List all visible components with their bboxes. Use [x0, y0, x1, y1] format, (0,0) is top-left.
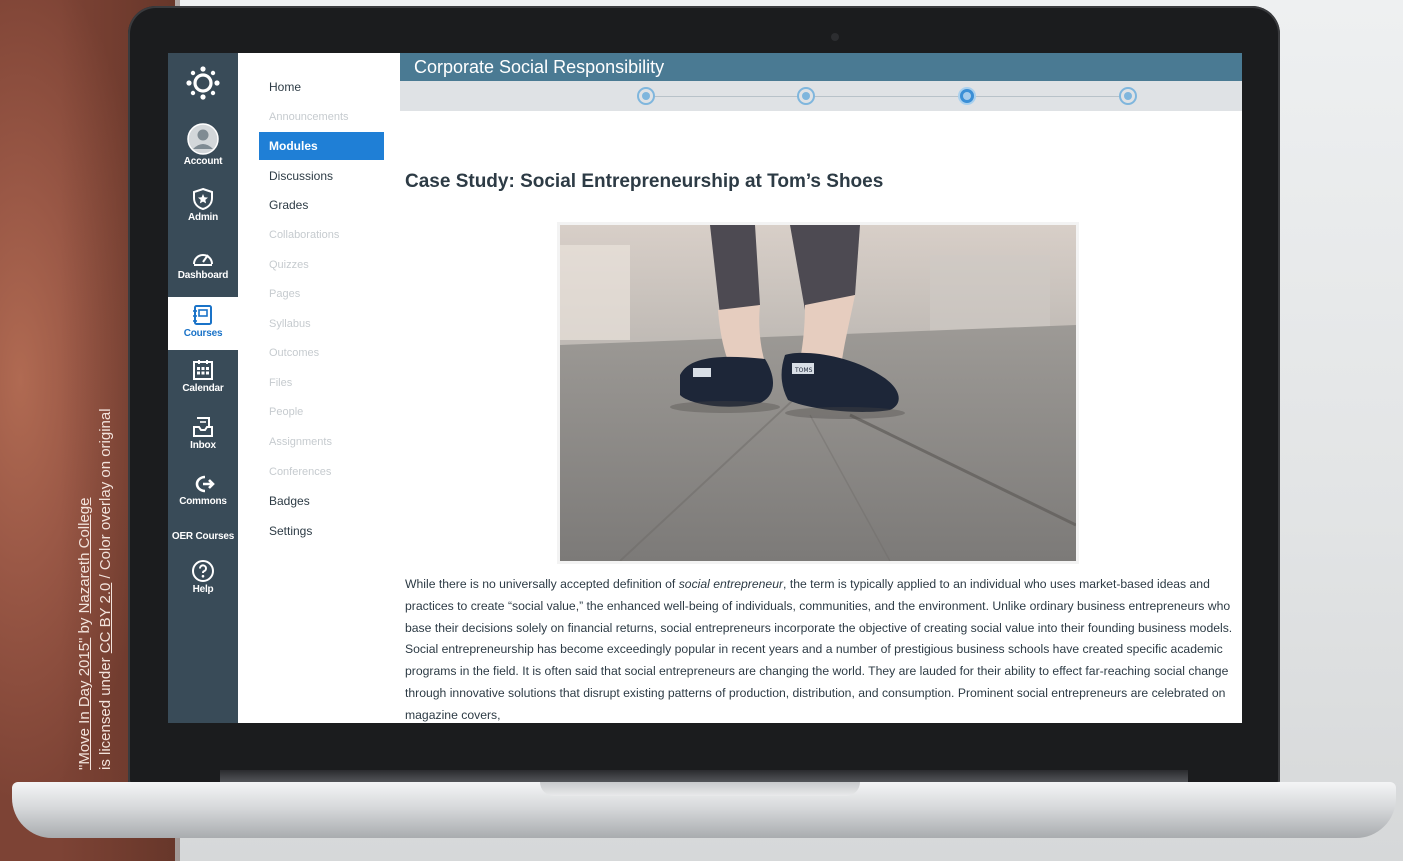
global-nav-help[interactable]: Help [168, 559, 238, 595]
credit-line-1: "Move In Day 2015" by Nazareth College [74, 350, 95, 770]
commons-arrow-icon [195, 475, 215, 493]
global-nav-admin[interactable]: Admin [168, 187, 238, 223]
course-nav-quizzes[interactable]: Quizzes [269, 258, 309, 272]
global-nav-label: Courses [183, 328, 223, 339]
shoe-label: TOMS [794, 367, 813, 374]
main-content: Corporate Social Responsibility Case Stu… [400, 53, 1242, 723]
global-nav-account[interactable]: Account [168, 123, 238, 167]
progress-step-2[interactable] [797, 87, 815, 105]
progress-track [646, 96, 1128, 97]
credit-line-2: is licensed under CC BY 2.0 / Color over… [95, 350, 116, 770]
laptop-opening-notch [540, 782, 860, 796]
course-nav-discussions[interactable]: Discussions [269, 169, 333, 183]
shoes-photo-illustration: TOMS [560, 225, 1076, 561]
global-nav-dashboard[interactable]: Dashboard [168, 247, 238, 281]
global-nav: Account Admin Dashboard Courses Calendar… [168, 53, 238, 723]
body-text-1: While there is no universally accepted d… [405, 577, 679, 591]
course-nav-outcomes[interactable]: Outcomes [269, 346, 319, 360]
global-nav-label: Inbox [190, 440, 216, 451]
global-nav-label: Dashboard [177, 270, 229, 281]
course-title: Corporate Social Responsibility [400, 53, 1242, 81]
credit-title-link[interactable]: "Move In Day 2015" [76, 638, 93, 770]
global-nav-calendar[interactable]: Calendar [168, 358, 238, 394]
page-icon [802, 92, 810, 100]
course-nav-announcements[interactable]: Announcements [269, 110, 349, 124]
progress-step-4[interactable] [1119, 87, 1137, 105]
body-text-emphasis: social entrepreneur [678, 577, 784, 591]
global-nav-label: Help [192, 584, 214, 595]
credit-license-suffix: / Color overlay on original [97, 408, 114, 583]
progress-step-1[interactable] [637, 87, 655, 105]
course-nav-people[interactable]: People [269, 405, 303, 419]
course-nav-modules[interactable]: Modules [259, 132, 384, 160]
credit-author-link[interactable]: Nazareth College [76, 498, 93, 614]
global-nav-label: Admin [187, 212, 219, 223]
global-nav-label: Commons [179, 496, 227, 507]
global-nav-commons[interactable]: Commons [168, 473, 238, 507]
course-nav-pages[interactable]: Pages [269, 287, 300, 301]
book-icon [193, 305, 212, 325]
progress-step-3[interactable] [958, 87, 976, 105]
course-nav: Home Announcements Modules Discussions G… [238, 53, 400, 723]
course-nav-home[interactable]: Home [269, 80, 301, 94]
help-icon [192, 560, 214, 582]
photo-credit: "Move In Day 2015" by Nazareth College i… [74, 350, 116, 770]
global-nav-inbox[interactable]: Inbox [168, 415, 238, 451]
global-nav-label: Calendar [182, 383, 224, 394]
inbox-icon [193, 417, 213, 437]
course-nav-syllabus[interactable]: Syllabus [269, 317, 311, 331]
course-nav-conferences[interactable]: Conferences [269, 465, 331, 479]
calendar-icon [193, 360, 213, 380]
course-nav-assignments[interactable]: Assignments [269, 435, 332, 449]
page-icon [1124, 92, 1132, 100]
page-icon [963, 92, 971, 100]
course-nav-files[interactable]: Files [269, 376, 292, 390]
global-nav-courses[interactable]: Courses [168, 297, 238, 350]
logo[interactable] [168, 65, 238, 105]
module-progress [400, 81, 1242, 111]
camera-icon [831, 33, 839, 41]
course-nav-grades[interactable]: Grades [269, 198, 308, 212]
page-title: Case Study: Social Entrepreneurship at T… [405, 171, 884, 192]
credit-by: by [76, 613, 93, 638]
credit-license-prefix: is licensed under [97, 653, 114, 770]
lms-screen: Account Admin Dashboard Courses Calendar… [168, 53, 1242, 723]
credit-license-link[interactable]: CC BY 2.0 [97, 583, 114, 654]
speedometer-icon [193, 254, 213, 266]
account-icon [187, 123, 219, 155]
global-nav-label: Account [183, 156, 223, 167]
course-nav-collaborations[interactable]: Collaborations [269, 228, 339, 242]
global-nav-oer-courses[interactable]: OER Courses [168, 531, 238, 542]
canvas-logo-icon [186, 66, 220, 100]
case-study-image: TOMS [560, 225, 1076, 561]
page-icon [642, 92, 650, 100]
course-nav-settings[interactable]: Settings [269, 524, 312, 538]
shield-icon [193, 187, 213, 211]
body-text-2: , the term is typically applied to an in… [405, 577, 1233, 722]
course-nav-badges[interactable]: Badges [269, 494, 310, 508]
global-nav-label: OER Courses [171, 531, 235, 542]
page-body: While there is no universally accepted d… [405, 574, 1235, 723]
